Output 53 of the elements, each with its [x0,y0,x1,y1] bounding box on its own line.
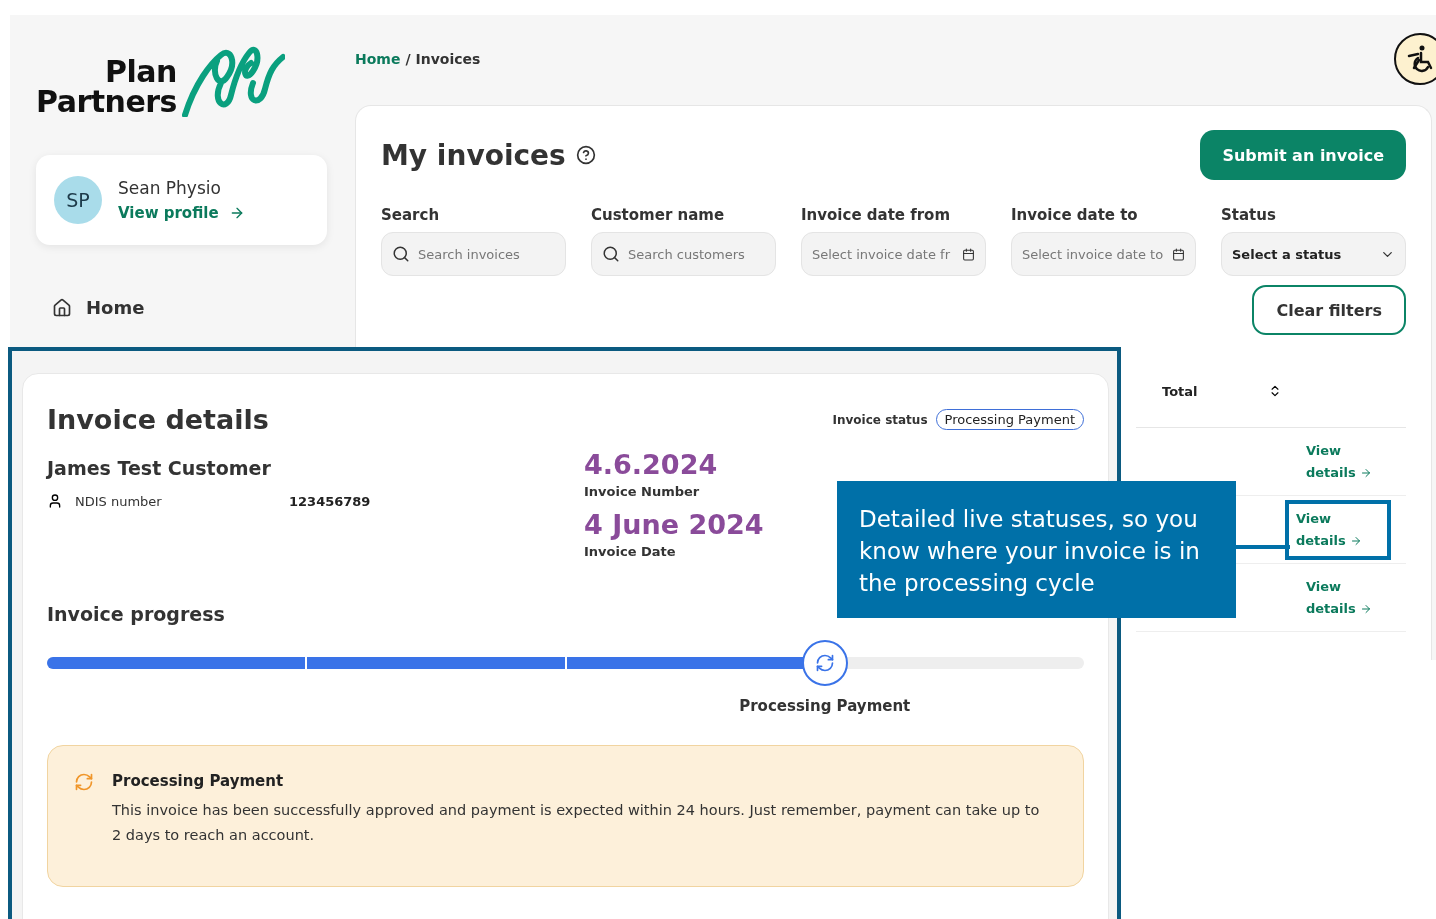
view-details-link[interactable]: View details [1306,575,1376,620]
progress-title: Invoice progress [47,603,226,625]
view-details-link[interactable]: View details [1285,499,1391,560]
page-title: My invoices [381,138,566,172]
date-field[interactable]: Select invoice date to [1011,232,1196,276]
alert-title: Processing Payment [112,772,285,790]
accessibility-button[interactable] [1394,33,1436,85]
filter-label: Search [381,206,441,224]
alert-text: This invoice has been successfully approved and payment is expected within 24 hours. Just remember, payment can take up to 2 days to reach an account. [112,801,1041,845]
filter-label: Invoice date from [801,206,952,224]
breadcrumb-current: Invoices [415,51,481,67]
date-field[interactable]: Select invoice date fr [801,232,986,276]
card-title: Invoice details [47,404,269,435]
submit-invoice-button[interactable]: Submit an invoice [1200,130,1406,180]
arrow-icon [1360,467,1373,479]
column-header: Total [1162,383,1198,399]
breadcrumb-link[interactable]: Home [355,51,401,67]
status-select[interactable]: Select a status [1221,232,1406,276]
search-field[interactable]: Search invoices [381,232,566,276]
ndis-label: NDIS number [75,493,163,509]
refresh-icon [814,653,835,673]
person-icon [47,493,63,509]
refresh-icon [74,772,94,792]
home-icon [52,297,72,318]
filter-label: Customer name [591,206,726,224]
filter-label: Invoice date to [1011,206,1139,224]
profile-name: Sean Physio [118,178,222,198]
view-details-link[interactable]: View details [1306,439,1376,484]
callout-text: Detailed live statuses, so you know where your invoice is in the processing cycle [837,481,1236,618]
customer-name: James Test Customer [47,457,272,479]
view-profile-link[interactable]: View profile [118,204,245,222]
clear-filters-button[interactable]: Clear filters [1252,285,1406,335]
search-icon [602,245,620,263]
help-icon[interactable] [575,145,596,165]
calendar-icon [962,247,975,261]
breadcrumb-separator: / [405,51,411,67]
calendar-icon [1172,247,1185,261]
search-icon [392,245,410,263]
arrow-icon [1360,603,1373,615]
status-label: Invoice status [832,412,928,427]
avatar: SP [54,176,102,224]
arrow-icon [1350,535,1363,547]
filter-label: Status [1221,206,1277,224]
invoice-number: 4.6.2024 [584,449,718,480]
step-label: Processing Payment [739,697,911,715]
nav-item[interactable]: Home [36,297,327,318]
logo-text: Plan Partners [36,57,177,117]
ndis-value: 123456789 [289,493,372,509]
search-field[interactable]: Search customers [591,232,776,276]
wheelchair-icon [1405,44,1435,74]
invoice-date-label: Invoice Date [584,544,676,559]
invoice-date: 4 June 2024 [584,509,764,540]
invoice-number-label: Invoice Number [584,484,700,499]
